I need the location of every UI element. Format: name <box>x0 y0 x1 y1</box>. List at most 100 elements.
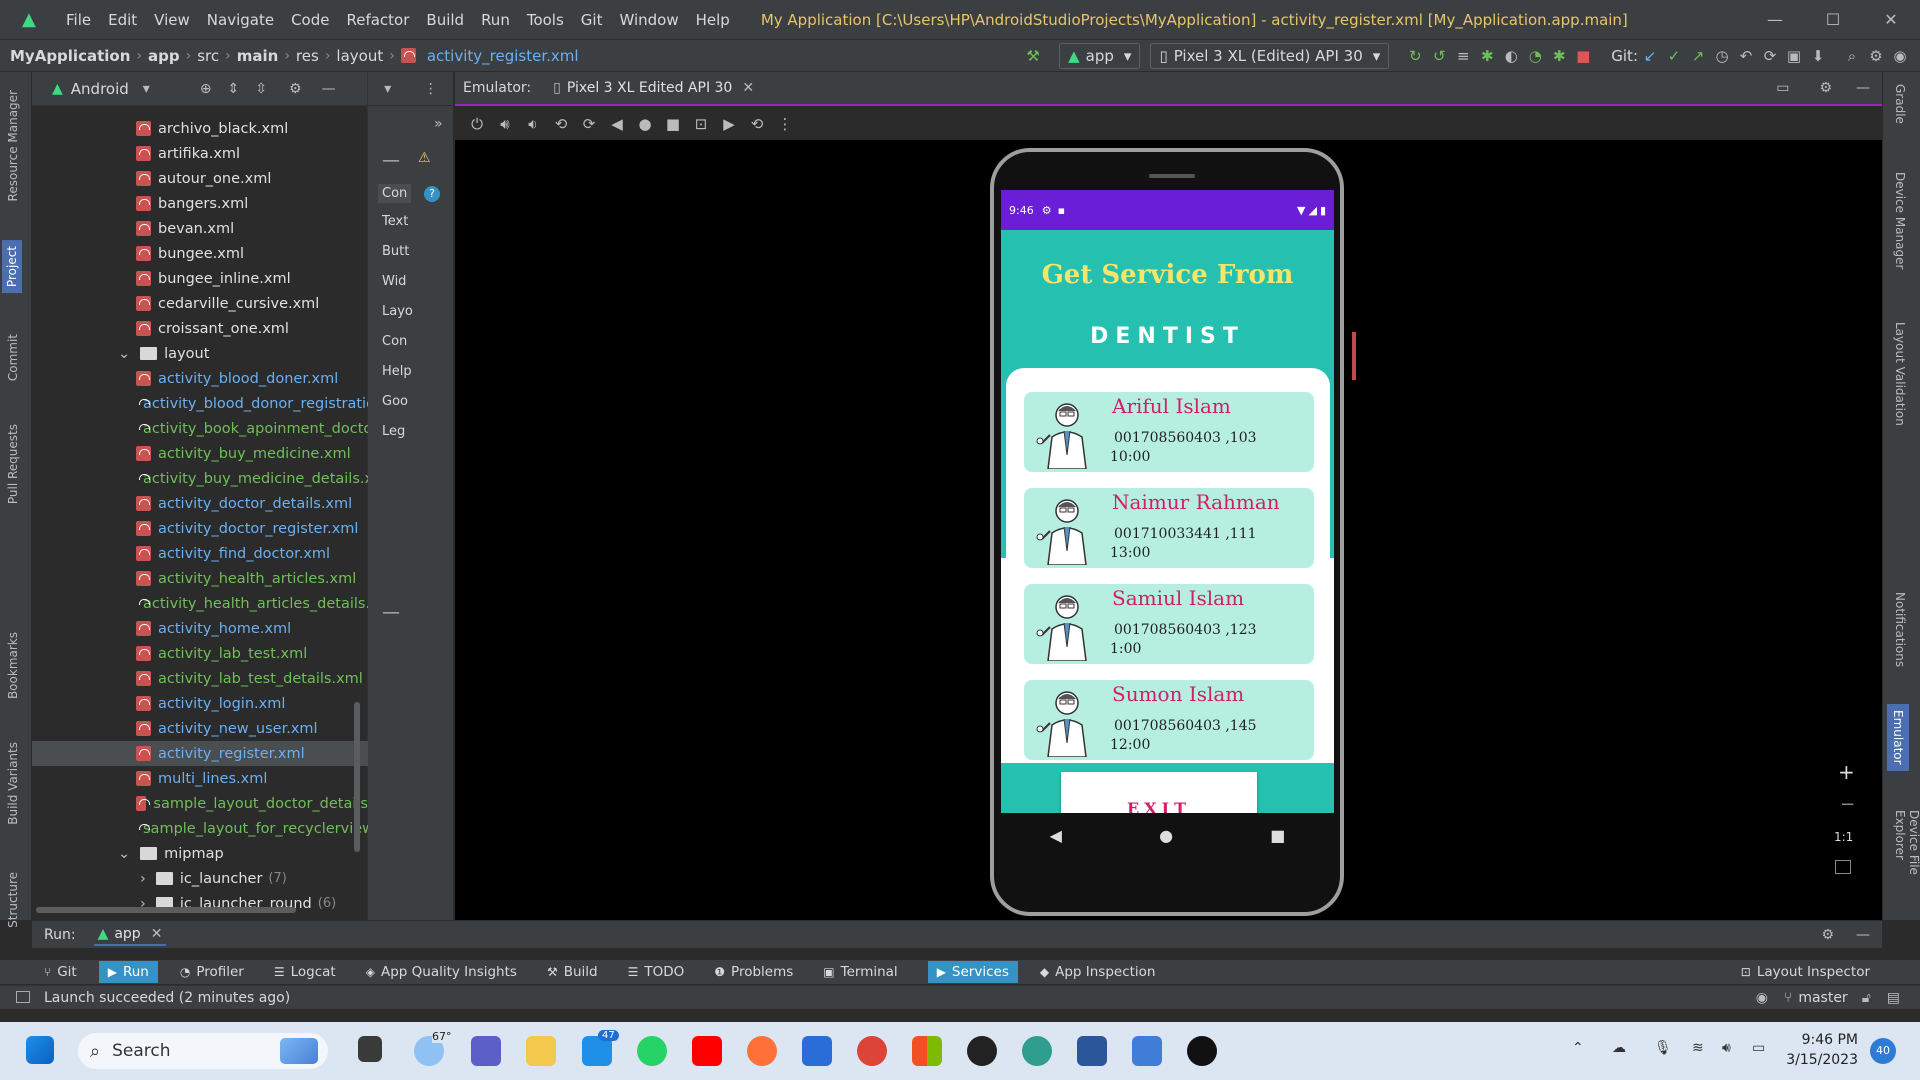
rollback-icon[interactable]: ↶ <box>1734 44 1758 68</box>
palette-category[interactable]: Help <box>382 364 412 379</box>
menu-run[interactable]: Run <box>481 11 510 29</box>
gradle-tab[interactable]: Gradle <box>1893 84 1907 124</box>
breadcrumb-res[interactable]: res <box>296 47 319 65</box>
photos-icon[interactable] <box>1132 1036 1162 1066</box>
menu-file[interactable]: File <box>66 11 91 29</box>
chevron-down-icon[interactable]: ⌄ <box>118 346 130 362</box>
chevron-down-icon[interactable]: ▾ <box>384 81 391 97</box>
debug-icon[interactable]: ✱ <box>1475 44 1499 68</box>
tree-file[interactable]: bungee_inline.xml <box>32 266 368 291</box>
tree-file[interactable]: activity_lab_test_details.xml <box>32 666 368 691</box>
git-branch[interactable]: master <box>1798 990 1847 1006</box>
tab-app-quality-insights[interactable]: ◈ App Quality Insights <box>366 964 517 980</box>
media-app-icon[interactable] <box>967 1036 997 1066</box>
doctor-card[interactable]: Samiul Islam 001708560403 ,123 1:00 <box>1024 584 1314 664</box>
home-nav-icon[interactable]: ● <box>1159 826 1173 845</box>
teams-icon[interactable] <box>471 1036 501 1066</box>
doctor-card[interactable]: Sumon Islam 001708560403 ,145 12:00 <box>1024 680 1314 760</box>
eye-icon[interactable]: ◉ <box>1756 990 1768 1006</box>
stop-icon[interactable]: ■ <box>1571 44 1595 68</box>
menu-edit[interactable]: Edit <box>108 11 137 29</box>
firefox-icon[interactable] <box>747 1036 777 1066</box>
menu-tools[interactable]: Tools <box>527 11 564 29</box>
file-explorer-icon[interactable] <box>526 1036 556 1066</box>
palette-category[interactable]: Con <box>378 184 412 203</box>
wifi-tray-icon[interactable]: ≋ <box>1692 1040 1704 1056</box>
tree-file[interactable]: activity_home.xml <box>32 616 368 641</box>
zoom-fit-icon[interactable] <box>1835 860 1851 874</box>
tree-file[interactable]: activity_blood_doner.xml <box>32 366 368 391</box>
notification-bell-icon[interactable]: ▤ <box>1887 990 1900 1006</box>
structure-tab[interactable]: Structure <box>6 872 20 928</box>
hide-icon[interactable]: — <box>322 81 336 97</box>
palette-category[interactable]: Butt <box>382 244 409 259</box>
more-options-icon[interactable]: ⋮ <box>773 112 797 136</box>
palette-category[interactable]: Text <box>382 214 408 229</box>
tree-file[interactable]: cedarville_cursive.xml <box>32 291 368 316</box>
vertical-scrollbar[interactable] <box>354 702 360 852</box>
doctor-card[interactable]: Ariful Islam 001708560403 ,103 10:00 <box>1024 392 1314 472</box>
volume-up-icon[interactable]: 🔊︎ <box>493 112 517 136</box>
collapse-icon[interactable]: — <box>382 150 400 171</box>
close-tab-icon[interactable]: ✕ <box>151 926 163 942</box>
menu-view[interactable]: View <box>154 11 190 29</box>
recents-nav-icon[interactable]: ■ <box>1270 826 1285 845</box>
layout-validation-tab[interactable]: Layout Validation <box>1893 322 1907 426</box>
tree-file[interactable]: bangers.xml <box>32 191 368 216</box>
tree-file[interactable]: sample_layout_doctor_details <box>32 791 368 816</box>
maximize-button[interactable]: ☐ <box>1804 10 1862 29</box>
tree-file[interactable]: multi_lines.xml <box>32 766 368 791</box>
tab-services[interactable]: ▶ Services <box>927 961 1018 983</box>
snapshot-icon[interactable]: ⟲ <box>745 112 769 136</box>
overview-icon[interactable]: ■ <box>661 112 685 136</box>
tree-file[interactable]: activity_find_doctor.xml <box>32 541 368 566</box>
store-icon[interactable] <box>802 1036 832 1066</box>
tab-git[interactable]: ⑂ Git <box>44 964 77 980</box>
close-window-button[interactable]: ✕ <box>1862 10 1920 29</box>
tree-file[interactable]: activity_blood_donor_registratio <box>32 391 368 416</box>
tree-file[interactable]: activity_doctor_register.xml <box>32 516 368 541</box>
whatsapp-icon[interactable] <box>637 1036 667 1066</box>
git-commit-icon[interactable]: ✓ <box>1662 44 1686 68</box>
tab-layout-inspector[interactable]: ⊡ Layout Inspector <box>1741 964 1870 980</box>
tab-terminal[interactable]: ▣ Terminal <box>823 964 897 980</box>
chevron-up-icon[interactable]: ⌃ <box>1572 1040 1584 1056</box>
tree-file[interactable]: activity_new_user.xml <box>32 716 368 741</box>
device-dropdown[interactable]: ▯ Pixel 3 XL (Edited) API 30 ▾ <box>1150 42 1390 69</box>
palette-category[interactable]: Wid <box>382 274 406 289</box>
tree-file[interactable]: activity_register.xml <box>32 741 368 766</box>
avatar-icon[interactable]: ◉ <box>1888 44 1912 68</box>
tree-file[interactable]: activity_doctor_details.xml <box>32 491 368 516</box>
tab-todo[interactable]: ☰ TODO <box>628 964 685 980</box>
breadcrumb-file[interactable]: activity_register.xml <box>427 47 579 65</box>
palette-category[interactable]: Con <box>382 334 407 349</box>
tree-file[interactable]: activity_health_articles.xml <box>32 566 368 591</box>
tree-file[interactable]: bevan.xml <box>32 216 368 241</box>
project-view-mode[interactable]: Android <box>71 80 129 98</box>
chrome-icon[interactable] <box>857 1036 887 1066</box>
hide-icon[interactable]: — <box>1856 80 1870 96</box>
breadcrumb-app[interactable]: app <box>148 47 180 65</box>
windows-start-icon[interactable] <box>26 1036 54 1064</box>
tree-file[interactable]: activity_buy_medicine.xml <box>32 441 368 466</box>
apply-changes-icon[interactable]: ↻ <box>1403 44 1427 68</box>
menu-refactor[interactable]: Refactor <box>346 11 409 29</box>
chevron-right-icon[interactable]: › <box>140 871 146 887</box>
rotate-right-icon[interactable]: ⟳ <box>577 112 601 136</box>
notification-badge[interactable]: 40 <box>1870 1038 1896 1064</box>
tab-problems[interactable]: ❶ Problems <box>714 964 793 980</box>
build-variants-tab[interactable]: Build Variants <box>6 742 20 825</box>
hide-icon[interactable]: — <box>1856 927 1870 943</box>
tab-logcat[interactable]: ☰ Logcat <box>274 964 336 980</box>
status-window-icon[interactable] <box>16 991 30 1003</box>
back-nav-icon[interactable]: ◀ <box>1050 826 1062 845</box>
git-push-icon[interactable]: ↗ <box>1686 44 1710 68</box>
double-chevron-icon[interactable]: » <box>434 116 443 132</box>
zoom-in-button[interactable]: + <box>1838 760 1855 784</box>
menu-navigate[interactable]: Navigate <box>207 11 274 29</box>
doctor-card[interactable]: Naimur Rahman 001710033441 ,111 13:00 <box>1024 488 1314 568</box>
git-update-icon[interactable]: ↙ <box>1638 44 1662 68</box>
collapse-all-icon[interactable]: ⇳ <box>255 81 267 97</box>
zoom-out-button[interactable]: − <box>1840 794 1855 815</box>
task-view-icon[interactable] <box>358 1036 382 1062</box>
